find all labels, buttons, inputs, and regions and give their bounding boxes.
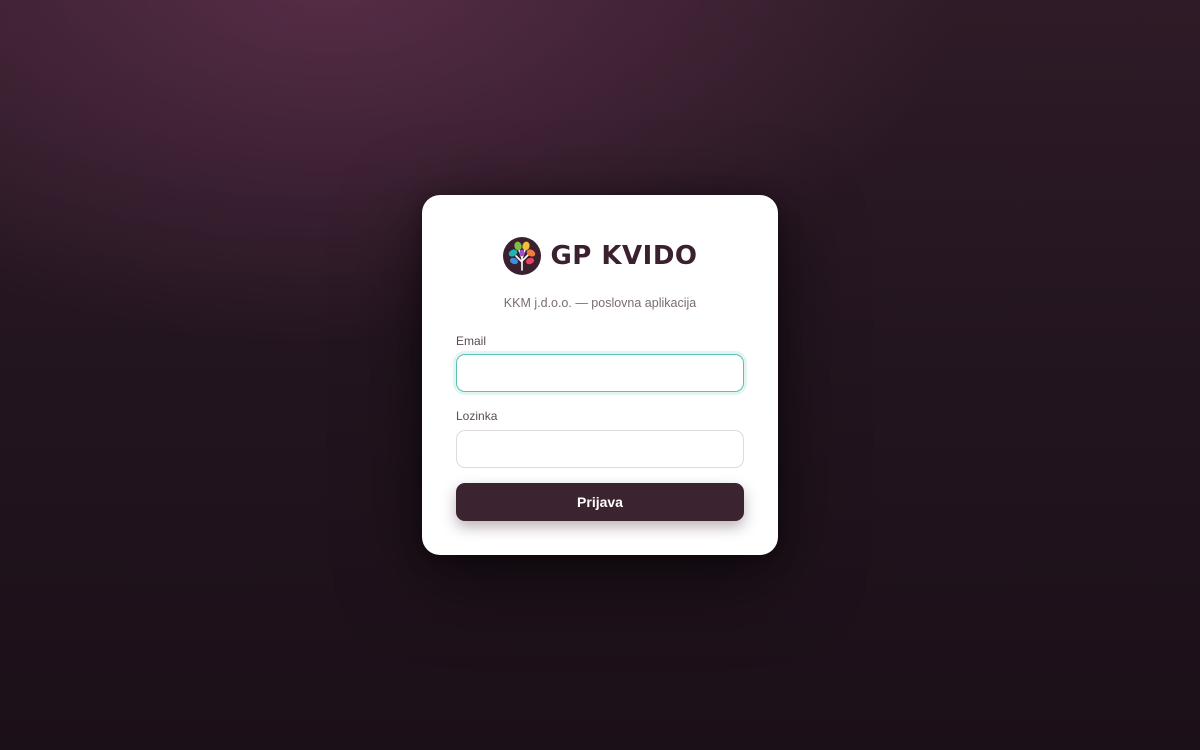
email-label: Email — [456, 334, 487, 348]
password-field[interactable] — [456, 430, 744, 468]
company-subtitle: KKM j.d.o.o. — poslovna aplikacija — [503, 296, 697, 310]
login-button[interactable]: Prijava — [456, 483, 744, 521]
brand-name: GP KVIDO — [550, 241, 698, 271]
login-card: GP KVIDO KKM j.d.o.o. — poslovna aplikac… — [422, 195, 778, 555]
password-label: Lozinka — [456, 409, 498, 423]
tree-icon — [503, 237, 542, 275]
brand-logo: GP KVIDO — [422, 236, 778, 276]
email-field[interactable] — [456, 354, 744, 392]
